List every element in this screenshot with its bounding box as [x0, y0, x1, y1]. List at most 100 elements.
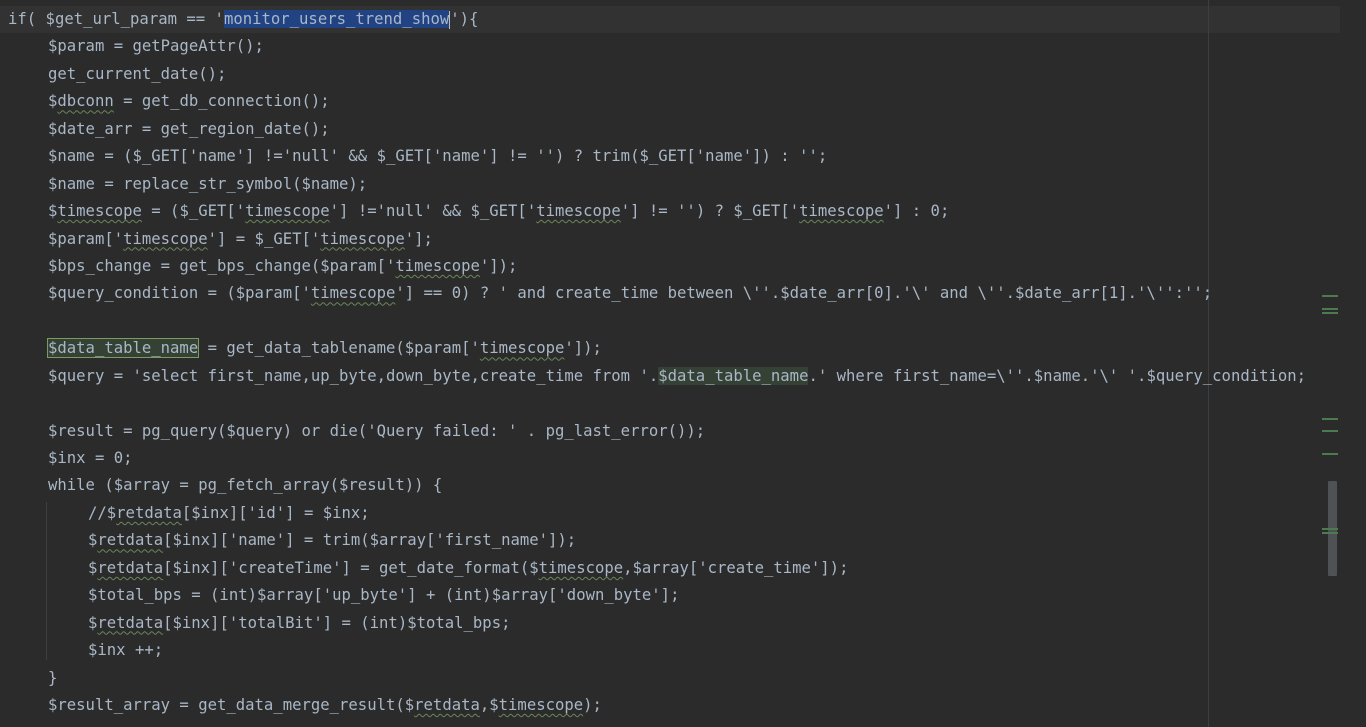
typo-warning: dbconn	[57, 92, 114, 111]
code-line[interactable]: $retdata[$inx]['name'] = trim($array['fi…	[8, 527, 1338, 554]
code-text: = get_db_connection();	[113, 92, 330, 111]
code-line[interactable]: $inx ++;	[8, 637, 1338, 664]
code-line[interactable]: $param['timescope'] = $_GET['timescope']…	[8, 226, 1338, 253]
code-text: }	[48, 668, 58, 687]
change-marker[interactable]	[1322, 312, 1338, 314]
typo-warning: timescope	[538, 558, 624, 577]
code-line[interactable]: get_current_date();	[8, 61, 1338, 88]
code-text: [$inx]['totalBit'] = (int)$total_bps;	[163, 613, 511, 632]
code-line[interactable]: $query_condition = ($param['timescope'] …	[8, 280, 1338, 307]
code-line[interactable]: while ($array = pg_fetch_array($result))…	[8, 472, 1338, 499]
code-line[interactable]: $retdata[$inx]['createTime'] = get_date_…	[8, 555, 1338, 582]
typo-warning: retdata	[116, 503, 182, 522]
code-text: [$inx]['createTime'] = get_date_format($	[163, 558, 539, 577]
selected-text[interactable]: monitor_users_trend_show	[223, 10, 450, 28]
change-marker[interactable]	[1322, 295, 1338, 297]
typo-warning: timescope	[245, 202, 330, 221]
typo-warning: timescope	[320, 229, 405, 248]
code-text: = get_data_tablename($param['	[198, 339, 480, 358]
code-text: $param['	[48, 229, 124, 248]
code-line[interactable]: $total_bps = (int)$array['up_byte'] + (i…	[8, 582, 1338, 609]
code-text: $	[88, 531, 98, 550]
code-text: );	[583, 695, 602, 714]
change-marker[interactable]	[1322, 418, 1338, 420]
code-text: .' where first_name=\''.$name.'\' '.$que…	[808, 366, 1307, 385]
typo-warning: timescope	[310, 284, 396, 303]
code-text: $date_arr = get_region_date();	[48, 119, 330, 138]
typo-warning: retdata	[97, 558, 164, 577]
code-text: $param = getPageAttr();	[48, 37, 264, 56]
typo-warning: retdata	[97, 613, 164, 632]
code-text: $	[88, 613, 98, 632]
code-text: $query_condition = ($param['	[48, 284, 311, 303]
code-text: $inx ++;	[88, 641, 164, 660]
code-line[interactable]	[8, 308, 1338, 335]
code-line[interactable]: $result_array = get_data_merge_result($r…	[8, 692, 1338, 719]
code-line[interactable]: $data_table_name = get_data_tablename($p…	[8, 335, 1338, 362]
code-line[interactable]: $name = ($_GET['name'] !='null' && $_GET…	[8, 143, 1338, 170]
code-line[interactable]: $dbconn = get_db_connection();	[8, 88, 1338, 115]
code-line[interactable]: $bps_change = get_bps_change($param['tim…	[8, 253, 1338, 280]
change-marker[interactable]	[1322, 430, 1338, 432]
code-text: if( $get_url_param == '	[8, 10, 224, 28]
code-line[interactable]: $inx = 0;	[8, 445, 1338, 472]
code-text: ,$	[479, 695, 499, 714]
code-line[interactable]: $result = pg_query($query) or die('Query…	[8, 418, 1338, 445]
code-text: $result_array = get_data_merge_result($	[48, 695, 415, 714]
code-text: while ($array = pg_fetch_array($result))…	[48, 476, 443, 495]
code-text: get_current_date();	[48, 64, 227, 83]
code-text: '];	[404, 229, 433, 248]
code-text: ,$array['create_time']);	[623, 558, 849, 577]
code-text: $name = ($_GET['name'] !='null' && $_GET…	[48, 147, 828, 166]
code-area[interactable]: if( $get_url_param == 'monitor_users_tre…	[8, 6, 1338, 719]
variable-declaration-highlight[interactable]: $data_table_name	[46, 338, 200, 359]
code-line[interactable]: $timescope = ($_GET['timescope'] !='null…	[8, 198, 1338, 225]
vertical-scrollbar-track[interactable]	[1341, 0, 1366, 727]
code-line[interactable]: //$retdata[$inx]['id'] = $inx;	[8, 500, 1338, 527]
code-text: '] != '') ? $_GET['	[620, 202, 800, 221]
typo-warning: retdata	[97, 531, 164, 550]
code-text: ']);	[479, 256, 518, 275]
code-editor[interactable]: if( $get_url_param == 'monitor_users_tre…	[0, 0, 1366, 727]
code-text: $inx = 0;	[48, 449, 133, 467]
code-text: //$	[88, 503, 117, 522]
code-line[interactable]: $name = replace_str_symbol($name);	[8, 171, 1338, 198]
code-text: $	[88, 558, 98, 577]
typo-warning: timescope	[57, 202, 142, 221]
code-text: ']);	[564, 339, 602, 358]
variable-usage-highlight[interactable]: $data_table_name	[658, 366, 809, 385]
change-marker[interactable]	[1322, 532, 1338, 534]
typo-warning: timescope	[479, 339, 565, 358]
typo-warning: timescope	[123, 229, 208, 248]
code-line[interactable]: }	[8, 665, 1338, 692]
code-text: '){	[450, 10, 479, 28]
code-text: $	[48, 92, 58, 111]
typo-warning: timescope	[799, 202, 884, 221]
code-text: [$inx]['id'] = $inx;	[181, 503, 370, 522]
typo-warning: timescope	[536, 202, 621, 221]
code-text: '] !='null' && $_GET['	[329, 202, 537, 221]
code-line[interactable]: $param = getPageAttr();	[8, 33, 1338, 60]
code-text: $query = 'select first_name,up_byte,down…	[48, 366, 659, 385]
code-line[interactable]: $retdata[$inx]['totalBit'] = (int)$total…	[8, 610, 1338, 637]
code-text: $name = replace_str_symbol($name);	[48, 174, 368, 193]
code-text: $result = pg_query($query) or die('Query…	[48, 421, 706, 440]
code-line[interactable]: $query = 'select first_name,up_byte,down…	[8, 363, 1338, 390]
code-line[interactable]	[8, 390, 1338, 417]
code-text: $total_bps = (int)$array['up_byte'] + (i…	[88, 586, 680, 605]
code-text: = ($_GET['	[141, 202, 246, 221]
code-text: [$inx]['name'] = trim($array['first_name…	[163, 531, 577, 550]
code-line[interactable]: $date_arr = get_region_date();	[8, 116, 1338, 143]
code-text: '] : 0;	[883, 202, 950, 221]
change-marker[interactable]	[1322, 453, 1338, 455]
typo-warning: timescope	[395, 256, 480, 275]
typo-warning: timescope	[498, 695, 584, 714]
code-text: $	[48, 202, 58, 221]
change-marker[interactable]	[1322, 528, 1338, 530]
typo-warning: retdata	[414, 695, 480, 714]
code-line[interactable]: if( $get_url_param == 'monitor_users_tre…	[8, 6, 1338, 33]
change-marker[interactable]	[1322, 308, 1338, 310]
code-text: $bps_change = get_bps_change($param['	[48, 256, 396, 275]
code-text: '] = $_GET['	[207, 229, 321, 248]
code-text: '] == 0) ? ' and create_time between \''…	[395, 284, 1213, 303]
